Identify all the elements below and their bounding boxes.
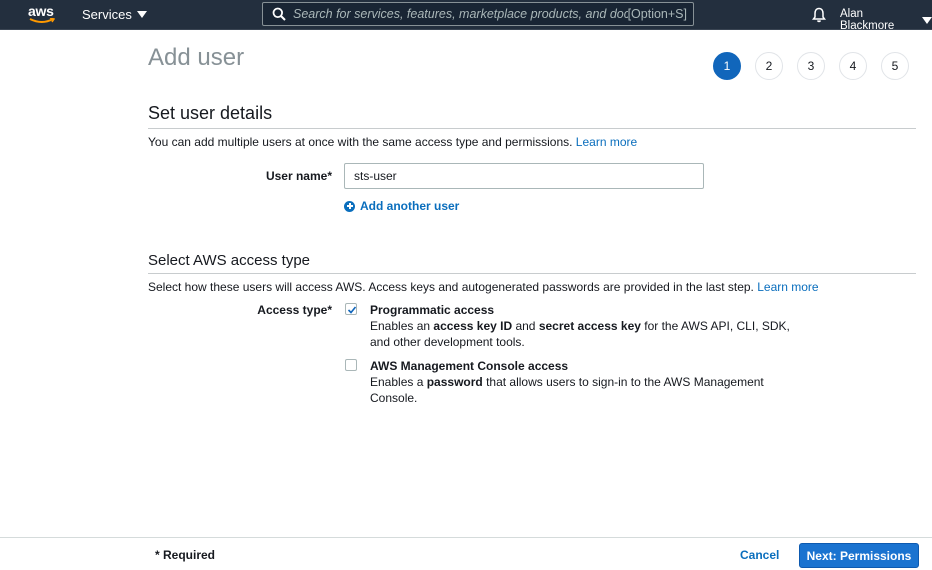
wizard-steps: 1 2 3 4 5	[713, 52, 909, 80]
section-title-access-type: Select AWS access type	[148, 252, 311, 269]
cancel-button[interactable]: Cancel	[740, 548, 779, 562]
section-title-user-details: Set user details	[148, 103, 273, 123]
desc-text: and	[512, 319, 539, 333]
learn-more-link[interactable]: Learn more	[576, 135, 637, 149]
wizard-step-5[interactable]: 5	[881, 52, 909, 80]
required-note: * Required	[155, 548, 216, 562]
checkmark-icon	[347, 306, 357, 314]
add-another-user-button[interactable]: Add another user	[344, 199, 459, 213]
user-name-label: User name*	[265, 169, 332, 183]
desc-emphasis: access key ID	[433, 319, 513, 333]
wizard-step-1[interactable]: 1	[713, 52, 741, 80]
user-account-menu[interactable]: Alan Blackmore	[840, 8, 932, 32]
plus-circle-icon	[344, 200, 355, 212]
desc-emphasis: password	[426, 375, 483, 389]
page-title: Add user	[148, 44, 245, 71]
programmatic-access-title[interactable]: Programmatic access	[370, 303, 494, 317]
search-icon	[272, 7, 286, 21]
bell-icon[interactable]	[812, 7, 826, 23]
add-another-user-label: Add another user	[360, 199, 460, 213]
caret-down-icon	[922, 16, 932, 24]
wizard-step-2[interactable]: 2	[755, 52, 783, 80]
services-menu[interactable]: Services	[82, 7, 147, 22]
learn-more-link[interactable]: Learn more	[757, 280, 818, 294]
desc-emphasis: secret access key	[538, 319, 641, 333]
aws-smile-icon	[29, 18, 55, 23]
programmatic-access-checkbox[interactable]	[345, 303, 357, 315]
desc-text: Enables an	[370, 319, 434, 333]
user-details-description-text: You can add multiple users at once with …	[148, 135, 573, 149]
footer-divider	[0, 537, 932, 538]
search-shortcut-hint: [Option+S]	[627, 7, 687, 21]
section-divider	[148, 273, 916, 274]
top-navigation-bar: aws Services [Option+S] Alan Blackmore	[0, 0, 932, 32]
user-name-input[interactable]	[344, 163, 704, 189]
desc-text: Enables a	[370, 375, 427, 389]
access-type-description: Select how these users will access AWS. …	[148, 280, 819, 294]
search-input[interactable]	[293, 7, 628, 21]
console-access-checkbox[interactable]	[345, 359, 357, 371]
programmatic-access-description: Enables an access key ID and secret acce…	[370, 318, 800, 350]
console-access-description: Enables a password that allows users to …	[370, 374, 810, 406]
wizard-step-3[interactable]: 3	[797, 52, 825, 80]
access-type-label: Access type*	[257, 303, 332, 317]
caret-down-icon	[136, 11, 147, 18]
aws-logo-text: aws	[28, 3, 54, 19]
section-divider	[148, 128, 916, 129]
services-label: Services	[82, 7, 132, 22]
user-details-description: You can add multiple users at once with …	[148, 135, 637, 149]
console-access-title[interactable]: AWS Management Console access	[370, 359, 568, 373]
aws-logo[interactable]: aws	[28, 3, 56, 27]
next-permissions-button[interactable]: Next: Permissions	[799, 543, 919, 568]
user-name: Alan Blackmore	[840, 8, 895, 32]
wizard-step-4[interactable]: 4	[839, 52, 867, 80]
access-type-description-text: Select how these users will access AWS. …	[148, 280, 754, 294]
search-box[interactable]: [Option+S]	[262, 2, 694, 26]
